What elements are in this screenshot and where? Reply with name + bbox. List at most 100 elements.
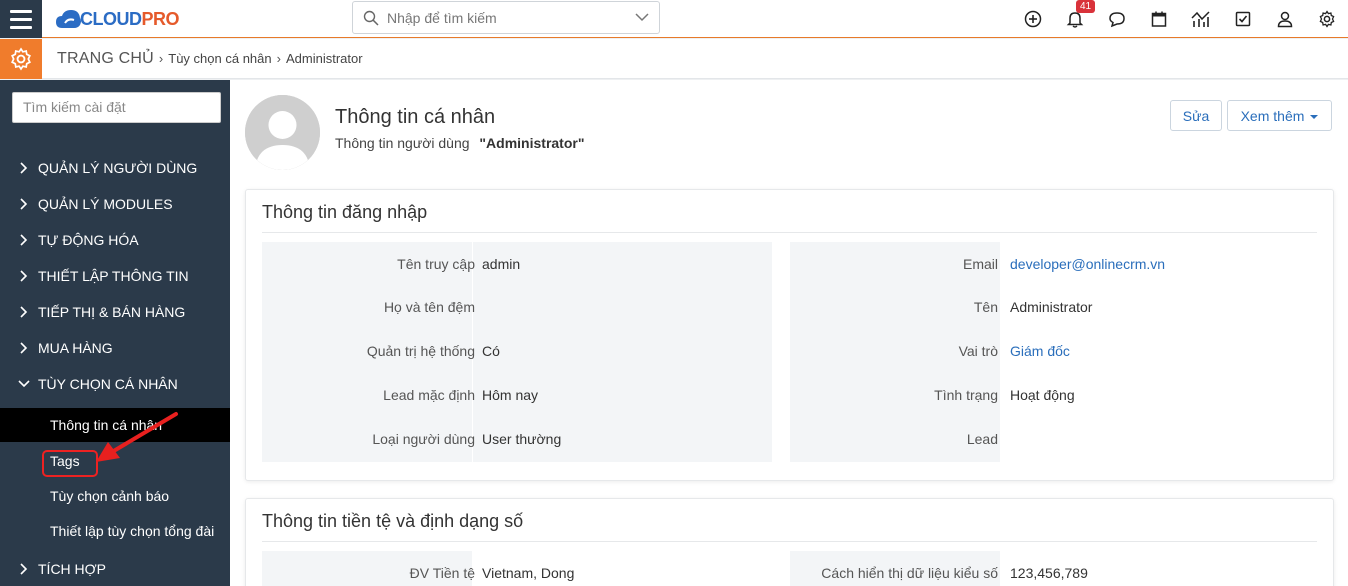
field-value: Có [482, 343, 500, 359]
currency-info-panel: Thông tin tiền tệ và định dạng số ĐV Tiề… [245, 498, 1334, 586]
field-label: Cách hiển thị dữ liệu kiểu số [821, 565, 998, 581]
field-label: Lead mặc định [383, 387, 475, 403]
chevron-right-icon [20, 198, 28, 210]
divider [262, 232, 1317, 233]
more-button-label: Xem thêm [1240, 107, 1305, 124]
field-row: Vai trò Giám đốc [790, 343, 1318, 363]
settings-gear-icon[interactable] [0, 39, 42, 79]
gear-icon[interactable] [1306, 0, 1348, 38]
settings-search-input[interactable]: Tìm kiếm cài đặt [12, 92, 221, 123]
page-subtitle: Thông tin người dùng "Administrator" [335, 135, 584, 151]
divider [262, 541, 1317, 542]
field-label: Tình trạng [934, 387, 998, 403]
chevron-right-icon [20, 270, 28, 282]
section-title: Thông tin đăng nhập [262, 202, 428, 222]
sidebar-item-modules[interactable]: QUẢN LÝ MODULES [0, 186, 230, 222]
sidebar-item-user-management[interactable]: QUẢN LÝ NGƯỜI DÙNG [0, 150, 230, 186]
logo[interactable]: CLOUDPRO [56, 6, 180, 32]
user-icon[interactable] [1264, 0, 1306, 38]
field-row: Lead [790, 431, 1318, 451]
more-dropdown-button[interactable]: Xem thêm [1227, 100, 1332, 131]
field-row: Cách hiển thị dữ liệu kiểu số 123,456,78… [790, 565, 1318, 585]
sidebar-item-label: QUẢN LÝ MODULES [38, 196, 173, 212]
search-icon [363, 10, 379, 26]
login-info-panel: Thông tin đăng nhập Tên truy cập admin H… [245, 189, 1334, 481]
chevron-right-icon [20, 342, 28, 354]
subtitle-label: Thông tin người dùng [335, 135, 470, 151]
chevron-right-icon [20, 234, 28, 246]
subtitle-username: "Administrator" [479, 135, 585, 151]
bell-icon[interactable]: 41 [1054, 0, 1096, 38]
chevron-down-icon[interactable] [635, 12, 649, 22]
field-label: Quản trị hệ thống [366, 343, 475, 359]
breadcrumb-home[interactable]: TRANG CHỦ [57, 50, 154, 68]
field-row: Quản trị hệ thống Có [262, 343, 772, 363]
global-search-input[interactable]: Nhập để tìm kiếm [352, 1, 660, 34]
page-title: Thông tin cá nhân [335, 106, 496, 128]
sidebar-subitem-label: Thiết lập tùy chọn tổng đài [50, 523, 215, 539]
field-row: Họ và tên đệm [262, 299, 772, 319]
sidebar-item-purchasing[interactable]: MUA HÀNG [0, 330, 230, 366]
edit-button-label: Sửa [1182, 107, 1210, 124]
field-row: Email developer@onlinecrm.vn [790, 256, 1318, 276]
email-link[interactable]: developer@onlinecrm.vn [1010, 256, 1165, 272]
calendar-icon[interactable] [1138, 0, 1180, 38]
field-row: Lead mặc định Hôm nay [262, 387, 772, 407]
field-row: ĐV Tiền tệ Vietnam, Dong [262, 565, 772, 585]
menu-icon[interactable] [0, 0, 42, 38]
checkbox-icon[interactable] [1222, 0, 1264, 38]
breadcrumb-item: Administrator [285, 51, 363, 66]
breadcrumb-separator-icon: › [276, 51, 281, 66]
top-icon-bar: 41 [1012, 0, 1348, 38]
field-label: Loại người dùng [372, 431, 475, 447]
logo-text: CLOUDPRO [80, 8, 180, 29]
field-row: Tên truy cập admin [262, 256, 772, 276]
settings-sidebar: Tìm kiếm cài đặt QUẢN LÝ NGƯỜI DÙNG QUẢN… [0, 80, 230, 586]
sidebar-item-info-setup[interactable]: THIẾT LẬP THÔNG TIN [0, 258, 230, 294]
plus-circle-icon[interactable] [1012, 0, 1054, 38]
sidebar-item-personal-options[interactable]: TÙY CHỌN CÁ NHÂN [0, 366, 230, 402]
caret-down-icon [1310, 114, 1319, 119]
chevron-down-icon [18, 380, 30, 388]
sidebar-item-label: TÍCH HỢP [38, 561, 107, 577]
search-placeholder: Nhập để tìm kiếm [387, 10, 497, 26]
field-value: Hoạt động [1010, 387, 1075, 403]
chevron-right-icon [20, 563, 28, 575]
avatar [245, 95, 320, 170]
chat-icon[interactable] [1096, 0, 1138, 38]
chevron-right-icon [20, 162, 28, 174]
sidebar-item-label: THIẾT LẬP THÔNG TIN [38, 268, 189, 284]
field-value: 123,456,789 [1010, 565, 1088, 581]
field-row: Tên Administrator [790, 299, 1318, 319]
role-link[interactable]: Giám đốc [1010, 343, 1070, 359]
field-label: Email [962, 256, 998, 272]
chart-icon[interactable] [1180, 0, 1222, 38]
sidebar-subitem-alert-options[interactable]: Tùy chọn cảnh báo [0, 479, 230, 513]
annotation-arrow-icon [96, 412, 178, 462]
section-title: Thông tin tiền tệ và định dạng số [262, 511, 524, 531]
field-label: Họ và tên đệm [383, 299, 475, 315]
user-avatar-icon [245, 95, 320, 170]
field-value: Vietnam, Dong [482, 565, 575, 581]
sidebar-item-label: TỰ ĐỘNG HÓA [38, 232, 139, 248]
field-label: Lead [966, 431, 998, 447]
sidebar-item-marketing-sales[interactable]: TIẾP THỊ & BÁN HÀNG [0, 294, 230, 330]
breadcrumb-separator-icon: › [158, 51, 164, 66]
field-value: admin [482, 256, 521, 272]
notification-badge: 41 [1076, 0, 1096, 13]
sidebar-item-automation[interactable]: TỰ ĐỘNG HÓA [0, 222, 230, 258]
top-bar: CLOUDPRO Nhập để tìm kiếm 41 [0, 0, 1348, 38]
edit-button[interactable]: Sửa [1170, 100, 1222, 131]
cloud-logo-icon [56, 10, 81, 28]
sidebar-item-integration[interactable]: TÍCH HỢP [0, 551, 230, 586]
sidebar-item-label: TÙY CHỌN CÁ NHÂN [38, 376, 178, 392]
main-content: Thông tin cá nhân Thông tin người dùng "… [230, 80, 1348, 586]
field-value: User thường [482, 431, 562, 447]
field-value: Administrator [1010, 299, 1093, 315]
breadcrumb-item[interactable]: Tùy chọn cá nhân [168, 51, 271, 66]
sidebar-subitem-call-center-options[interactable]: Thiết lập tùy chọn tổng đài [0, 514, 230, 548]
sidebar-item-label: TIẾP THỊ & BÁN HÀNG [38, 304, 186, 320]
field-label: Vai trò [958, 343, 998, 359]
field-value: Hôm nay [482, 387, 539, 403]
field-label: Tên truy cập [397, 256, 475, 272]
